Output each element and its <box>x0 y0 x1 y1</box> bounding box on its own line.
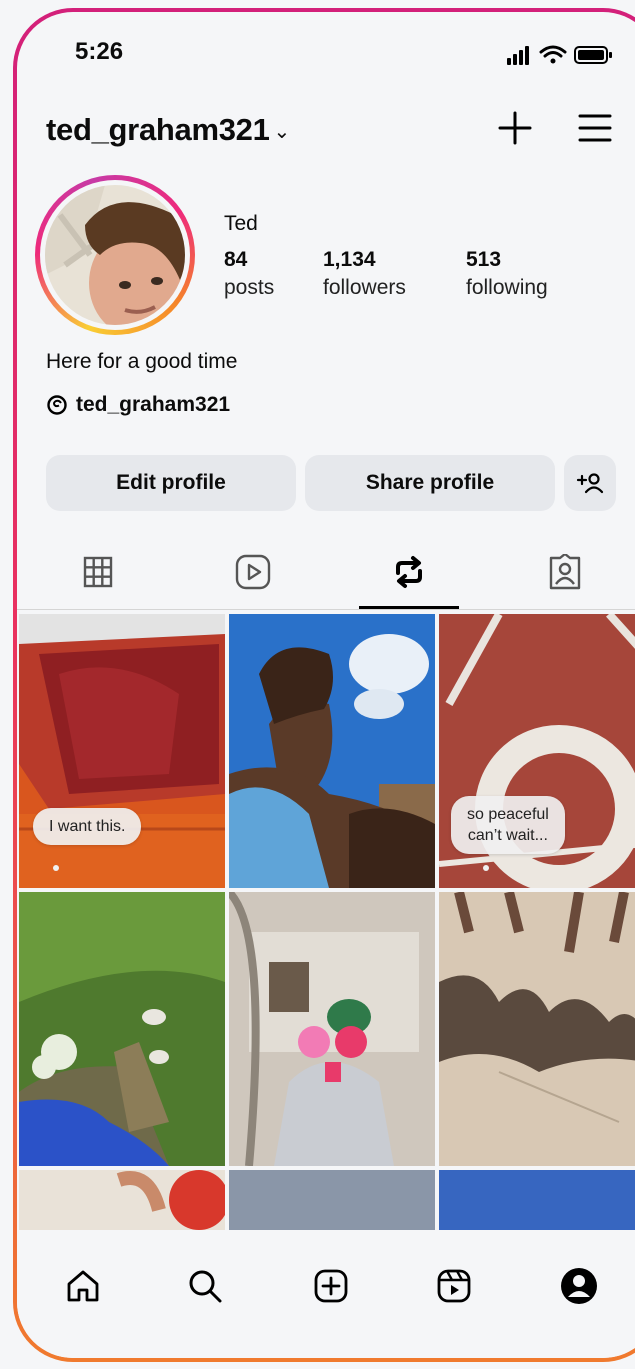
grid-post-6[interactable] <box>439 892 635 1166</box>
hamburger-menu-icon <box>578 114 612 142</box>
add-person-icon <box>576 473 604 494</box>
tab-reposts[interactable] <box>384 550 434 594</box>
bio-text: Here for a good time <box>46 350 238 373</box>
username-switcher[interactable]: ted_graham321 ⌄ <box>46 112 290 148</box>
share-profile-button[interactable]: Share profile <box>305 455 555 511</box>
grid-post-1[interactable]: I want this. <box>19 614 225 888</box>
grid-post-8[interactable] <box>229 1170 435 1230</box>
stat-posts-count: 84 <box>224 248 248 271</box>
wifi-icon <box>539 45 567 64</box>
threads-icon <box>47 395 67 415</box>
grid-post-4[interactable] <box>19 892 225 1166</box>
nav-search[interactable] <box>183 1264 227 1308</box>
create-icon <box>314 1269 348 1303</box>
nav-home[interactable] <box>61 1264 105 1308</box>
search-icon <box>189 1270 222 1303</box>
tab-tagged[interactable] <box>540 550 590 594</box>
nav-reels[interactable] <box>432 1264 476 1308</box>
nav-create[interactable] <box>309 1264 353 1308</box>
bottom-nav <box>17 1230 635 1358</box>
avatar <box>45 185 185 325</box>
plus-icon <box>498 111 532 145</box>
grid-post-7[interactable] <box>19 1170 225 1230</box>
edit-profile-button[interactable]: Edit profile <box>46 455 296 511</box>
stat-followers-label: followers <box>323 276 406 299</box>
menu-button[interactable] <box>575 108 615 148</box>
phone-frame: 5:26 ted_graham321 ⌄ Ted 84 posts 1,134 … <box>13 8 635 1362</box>
chevron-down-icon: ⌄ <box>273 121 291 144</box>
stat-followers-count: 1,134 <box>323 248 376 271</box>
tab-reels[interactable] <box>228 550 278 594</box>
reels-icon <box>437 1269 471 1303</box>
grid-icon <box>83 556 113 588</box>
status-time: 5:26 <box>75 38 124 65</box>
note-bubble-1: I want this. <box>33 808 142 845</box>
stat-posts[interactable]: 84 posts <box>224 248 274 300</box>
threads-link[interactable]: ted_graham321 <box>46 393 230 417</box>
battery-icon <box>574 46 612 64</box>
display-name: Ted <box>224 212 258 235</box>
note-bubble-dot <box>483 865 489 871</box>
discover-people-button[interactable] <box>564 455 616 511</box>
tabs-divider <box>17 609 635 610</box>
avatar-story-ring[interactable] <box>35 175 195 335</box>
grid-post-5[interactable] <box>229 892 435 1166</box>
threads-handle: ted_graham321 <box>76 393 231 416</box>
username-title: ted_graham321 <box>46 112 270 147</box>
grid-post-2[interactable] <box>229 614 435 888</box>
grid-post-3[interactable]: so peaceful can’t wait... <box>439 614 635 888</box>
note-bubble-dot <box>53 865 59 871</box>
signal-icon <box>507 46 529 65</box>
home-icon <box>67 1270 99 1302</box>
stat-following[interactable]: 513 following <box>466 248 548 300</box>
stat-followers[interactable]: 1,134 followers <box>323 248 406 300</box>
stat-following-label: following <box>466 276 548 299</box>
note-bubble-2-line1: so peaceful <box>467 806 549 823</box>
nav-profile[interactable] <box>557 1264 601 1308</box>
stat-posts-label: posts <box>224 276 275 299</box>
reels-play-icon <box>235 554 271 590</box>
grid-post-9[interactable] <box>439 1170 635 1230</box>
create-post-button[interactable] <box>495 108 535 148</box>
repost-icon <box>396 556 422 588</box>
profile-icon <box>561 1268 597 1304</box>
stat-following-count: 513 <box>466 248 502 271</box>
note-bubble-2: so peaceful can’t wait... <box>451 796 565 854</box>
tagged-person-icon <box>549 554 581 590</box>
note-bubble-2-line2: can’t wait... <box>467 827 548 844</box>
tab-posts[interactable] <box>73 550 123 594</box>
status-icons <box>505 44 615 66</box>
